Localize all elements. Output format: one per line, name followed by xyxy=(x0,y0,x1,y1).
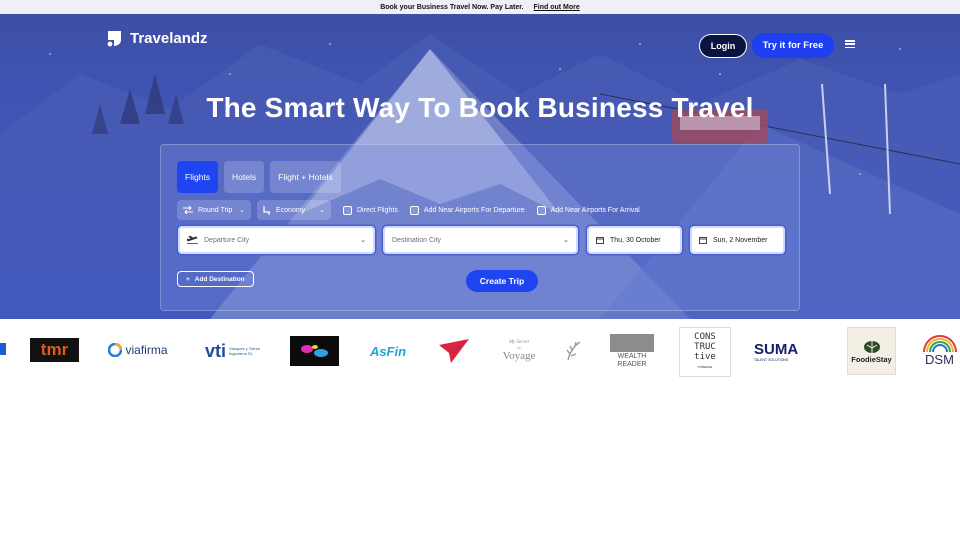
brand-name: Travelandz xyxy=(130,29,208,47)
vti-subtitle: Vázquez y Torres Ingeniería SL xyxy=(229,346,260,356)
return-date-value: Sun, 2 November xyxy=(713,236,768,244)
suma-text: SUMA xyxy=(754,340,799,358)
brand-logo[interactable]: Travelandz xyxy=(104,28,208,48)
destination-city-input[interactable]: Destination City ⌄ xyxy=(383,226,578,254)
depart-date-input[interactable]: Thu, 30 October xyxy=(587,226,682,254)
red-plane-icon xyxy=(439,339,469,363)
constructive-text-1: CONS xyxy=(694,332,716,342)
partner-logo-partial xyxy=(0,343,6,355)
partner-logo-mysecretvoyage: My Secret to Voyage xyxy=(497,337,541,365)
checkbox-icon xyxy=(409,205,419,215)
constructive-text-2: TRUC xyxy=(694,342,716,352)
try-free-button[interactable]: Try it for Free xyxy=(752,33,834,58)
search-options: Round Trip ⌄ Economy ⌄ Direct Flights Ad… xyxy=(177,200,640,220)
return-date-input[interactable]: Sun, 2 November xyxy=(690,226,785,254)
chevron-down-icon: ⌄ xyxy=(563,237,569,244)
partner-logo-foodiestay: FoodieStay xyxy=(847,327,896,375)
hero-headline: The Smart Way To Book Business Travel xyxy=(206,92,754,123)
mysecretvoyage-text-3: Voyage xyxy=(502,350,536,362)
chevron-down-icon: ⌄ xyxy=(319,207,325,214)
partner-logo-plane xyxy=(437,337,471,365)
suma-subtitle: TALENT SOLUTIONS xyxy=(754,357,789,362)
search-panel: Flights Hotels Flight + Hotels Round Tri… xyxy=(160,144,800,311)
hamburger-menu-icon[interactable] xyxy=(845,40,855,48)
login-button[interactable]: Login xyxy=(699,34,747,58)
calendar-icon xyxy=(699,237,707,244)
create-trip-button[interactable]: Create Trip xyxy=(466,270,538,292)
cabin-class-value: Economy xyxy=(276,206,306,214)
partner-logo-tmr: tmr xyxy=(30,338,79,362)
partner-logo-asfin: AsFin xyxy=(369,343,407,359)
near-airports-arrival-label: Add Near Airports For Arrival xyxy=(550,206,640,214)
checkbox-icon xyxy=(536,205,546,215)
announcement-bar: Book your Business Travel Now. Pay Later… xyxy=(0,0,960,14)
laurel-icon xyxy=(566,341,581,361)
hero-section: Travelandz Login Try it for Free The Sma… xyxy=(0,14,960,319)
depart-date-value: Thu, 30 October xyxy=(610,236,661,244)
dsm-rainbow-icon xyxy=(922,334,957,352)
near-airports-arrival-checkbox[interactable]: Add Near Airports For Arrival xyxy=(536,205,640,215)
partner-logo-suma: SUMA TALENT SOLUTIONS xyxy=(754,340,824,362)
butterfly-icon xyxy=(300,345,328,357)
vti-text: vti xyxy=(204,340,226,361)
partner-logos-strip: tmr viafirma vti Vázquez y Torres Ingeni… xyxy=(0,319,960,381)
viafirma-mark-icon xyxy=(108,343,123,357)
plane-takeoff-icon xyxy=(187,236,198,244)
seat-icon xyxy=(263,205,270,215)
chevron-down-icon: ⌄ xyxy=(360,237,366,244)
departure-city-placeholder: Departure City xyxy=(204,236,250,244)
partner-logo-butterflies xyxy=(290,336,339,366)
destination-city-placeholder: Destination City xyxy=(392,236,442,244)
calendar-icon xyxy=(596,237,604,244)
find-out-more-link[interactable]: Find out More xyxy=(534,4,580,11)
direct-flights-label: Direct Flights xyxy=(357,206,398,214)
cabin-class-select[interactable]: Economy ⌄ xyxy=(257,200,331,220)
checkbox-icon xyxy=(343,205,352,215)
plus-icon: + xyxy=(186,275,190,283)
search-tabs: Flights Hotels Flight + Hotels xyxy=(177,161,341,193)
foodiestay-text: FoodieStay xyxy=(851,354,892,364)
tab-hotels[interactable]: Hotels xyxy=(224,161,265,193)
trip-type-value: Round Trip xyxy=(198,206,233,214)
add-destination-label: Add Destination xyxy=(194,275,245,283)
dsm-text: DSM xyxy=(925,351,954,367)
top-navigation: Travelandz Login Try it for Free xyxy=(0,20,960,58)
departure-city-input[interactable]: Departure City ⌄ xyxy=(178,226,375,254)
partner-logo-constructive: CONS TRUC tive THINKING xyxy=(679,327,731,377)
travelandz-logo-icon xyxy=(107,31,121,47)
wealthreader-text-2: READER xyxy=(617,361,647,368)
partner-logo-leaf xyxy=(563,339,585,363)
partner-logo-viafirma: viafirma xyxy=(105,339,171,361)
constructive-subtitle: THINKING xyxy=(697,365,713,369)
viafirma-text: viafirma xyxy=(125,343,168,357)
partner-logo-dsm: DSM xyxy=(919,331,960,369)
constructive-text-3: tive xyxy=(694,352,716,362)
partner-logo-vti: vti Vázquez y Torres Ingeniería SL xyxy=(198,339,268,363)
announcement-text: Book your Business Travel Now. Pay Later… xyxy=(380,3,524,11)
tab-flights[interactable]: Flights xyxy=(177,161,219,193)
near-airports-departure-checkbox[interactable]: Add Near Airports For Departure xyxy=(409,205,525,215)
partner-logo-wealthreader: WEALTH READER xyxy=(609,333,655,369)
add-destination-button[interactable]: + Add Destination xyxy=(177,271,254,287)
trip-type-select[interactable]: Round Trip ⌄ xyxy=(177,200,251,220)
foodiestay-leaf-icon xyxy=(863,340,880,353)
chevron-down-icon: ⌄ xyxy=(239,207,245,214)
wealthreader-text-1: WEALTH xyxy=(617,353,647,360)
near-airports-departure-label: Add Near Airports For Departure xyxy=(423,206,525,214)
direct-flights-checkbox[interactable]: Direct Flights xyxy=(343,205,398,215)
swap-arrows-icon xyxy=(183,206,193,214)
tab-flight-hotels[interactable]: Flight + Hotels xyxy=(270,161,341,193)
wealthreader-mark-icon xyxy=(610,334,654,352)
